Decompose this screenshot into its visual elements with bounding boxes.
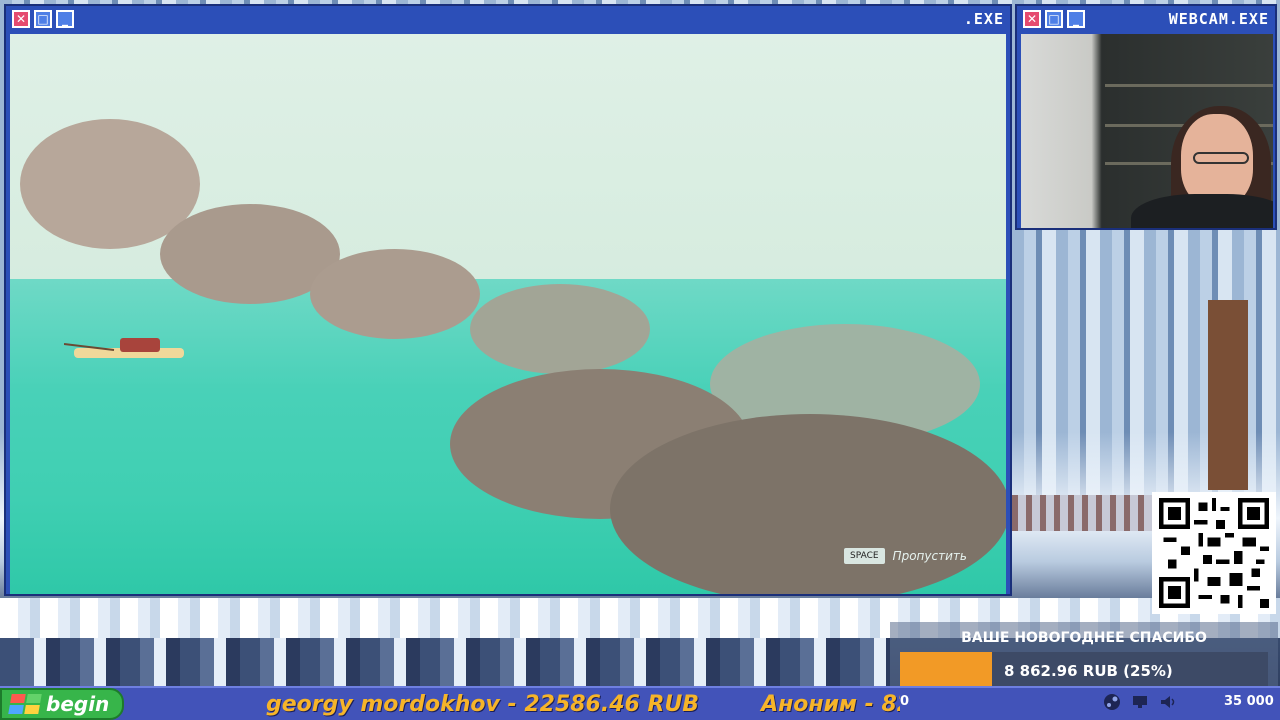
taskbar: begin georgy mordokhov - 22586.46 RUB Ан… [0, 686, 1280, 720]
rock [470, 284, 650, 374]
shelf [1105, 84, 1273, 87]
start-label: begin [46, 692, 110, 716]
minimize-icon: _ [1073, 12, 1079, 26]
game-window-titlebar[interactable]: ✕ □ _ .EXE [6, 6, 1010, 32]
game-window-title: .EXE [963, 10, 1004, 28]
webcam-window-titlebar[interactable]: ✕ □ _ WEBCAM.EXE [1017, 6, 1275, 32]
webcam-feed [1021, 34, 1273, 228]
skip-label: Пропустить [892, 549, 967, 563]
maximize-icon: □ [1048, 12, 1060, 26]
game-window: ✕ □ _ .EXE SPACE Пропустить [4, 4, 1012, 596]
volume-icon[interactable] [1158, 692, 1178, 712]
rock [310, 249, 480, 339]
background-tree-trunk [1208, 300, 1248, 490]
close-button[interactable]: ✕ [12, 10, 30, 28]
minimize-icon: _ [62, 12, 68, 26]
close-icon: ✕ [15, 12, 27, 26]
close-icon: ✕ [1026, 12, 1038, 26]
rock [610, 414, 1006, 594]
glasses [1193, 152, 1249, 164]
donation-ticker: georgy mordokhov - 22586.46 RUB Аноним -… [140, 688, 900, 720]
game-viewport[interactable]: SPACE Пропустить [10, 34, 1006, 594]
donation-goal-title: ВАШЕ НОВОГОДНЕЕ СПАСИБО [961, 630, 1207, 646]
ground-band [0, 638, 890, 686]
minimize-button[interactable]: _ [56, 10, 74, 28]
maximize-button[interactable]: □ [1045, 10, 1063, 28]
skip-hint[interactable]: SPACE Пропустить [844, 548, 967, 564]
donation-progress-bar: 8 862.96 RUB (25%) [900, 652, 1268, 690]
steam-icon[interactable] [1102, 692, 1122, 712]
ticker-item: Аноним - 8268 RUB [761, 691, 900, 717]
background-fence [1012, 495, 1157, 531]
qr-code[interactable] [1152, 492, 1276, 614]
ticker-item: georgy mordokhov - 22586.46 RUB [266, 691, 700, 717]
person-body [1131, 194, 1273, 228]
donation-progress-fill [900, 652, 992, 690]
space-key-chip: SPACE [844, 548, 885, 564]
goal-min-label: 0 [900, 694, 910, 709]
maximize-button[interactable]: □ [34, 10, 52, 28]
monitor-icon[interactable] [1130, 692, 1150, 712]
maximize-icon: □ [37, 12, 49, 26]
raft [64, 338, 184, 358]
system-tray [1102, 692, 1178, 712]
goal-max-label: 35 000 [1224, 694, 1274, 709]
minimize-button[interactable]: _ [1067, 10, 1085, 28]
qr-code-graphic [1159, 498, 1269, 608]
webcam-window: ✕ □ _ WEBCAM.EXE [1015, 4, 1277, 230]
donation-amount: 8 862.96 RUB (25%) [1004, 662, 1173, 680]
webcam-window-title: WEBCAM.EXE [1168, 10, 1269, 28]
start-logo-icon [8, 694, 42, 714]
start-button[interactable]: begin [0, 688, 124, 720]
donation-goal-widget: ВАШЕ НОВОГОДНЕЕ СПАСИБО 8 862.96 RUB (25… [890, 622, 1278, 692]
close-button[interactable]: ✕ [1023, 10, 1041, 28]
